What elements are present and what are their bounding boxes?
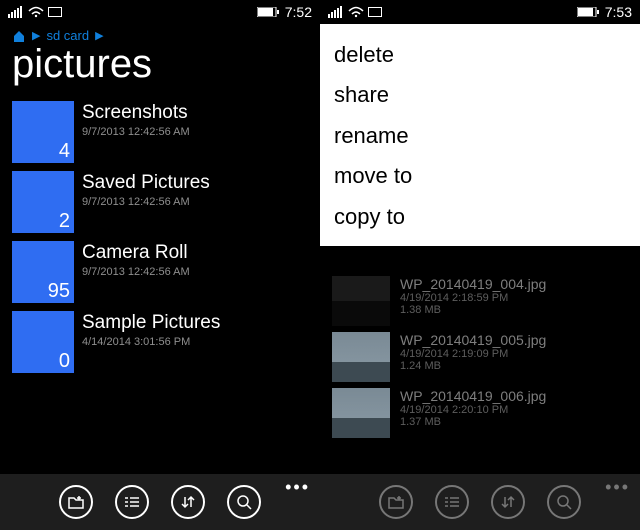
file-size: 1.38 MB <box>400 304 546 316</box>
folder-name: Sample Pictures <box>82 313 220 334</box>
folder-tile: 95 <box>12 241 74 303</box>
home-icon[interactable] <box>12 29 26 43</box>
folder-count: 95 <box>48 280 70 303</box>
select-button[interactable] <box>435 485 469 519</box>
menu-item-rename[interactable]: rename <box>334 123 626 149</box>
screen-left: 7:52 ▶ sd card ▶ pictures 4 Screenshots … <box>0 0 320 530</box>
folder-list: 4 Screenshots 9/7/2013 12:42:56 AM 2 Sav… <box>0 95 320 373</box>
folder-item-camera-roll[interactable]: 95 Camera Roll 9/7/2013 12:42:56 AM <box>12 241 308 303</box>
file-name: WP_20140419_005.jpg <box>400 332 546 348</box>
appbar-more-icon[interactable]: ••• <box>605 484 630 491</box>
status-bar: 7:52 <box>0 0 320 24</box>
context-menu: delete share rename move to copy to <box>320 24 640 246</box>
menu-item-copy-to[interactable]: copy to <box>334 204 626 230</box>
battery-icon <box>577 7 599 17</box>
folder-date: 4/14/2014 3:01:56 PM <box>82 336 220 348</box>
folder-date: 9/7/2013 12:42:56 AM <box>82 266 190 278</box>
breadcrumb-item[interactable]: sd card <box>46 28 89 43</box>
new-folder-button[interactable] <box>379 485 413 519</box>
folder-tile: 2 <box>12 171 74 233</box>
file-item[interactable]: WP_20140419_006.jpg 4/19/2014 2:20:10 PM… <box>332 388 628 438</box>
folder-tile: 0 <box>12 311 74 373</box>
file-name: WP_20140419_006.jpg <box>400 388 546 404</box>
file-date: 4/19/2014 2:19:09 PM <box>400 348 546 360</box>
folder-date: 9/7/2013 12:42:56 AM <box>82 126 190 138</box>
select-button[interactable] <box>115 485 149 519</box>
folder-item-screenshots[interactable]: 4 Screenshots 9/7/2013 12:42:56 AM <box>12 101 308 163</box>
folder-count: 2 <box>59 210 70 233</box>
file-list: WP_20140419_004.jpg 4/19/2014 2:18:59 PM… <box>320 276 640 474</box>
folder-item-sample-pictures[interactable]: 0 Sample Pictures 4/14/2014 3:01:56 PM <box>12 311 308 373</box>
folder-name: Camera Roll <box>82 243 190 264</box>
file-size: 1.37 MB <box>400 416 546 428</box>
folder-name: Saved Pictures <box>82 173 210 194</box>
message-icon <box>368 7 382 17</box>
menu-item-move-to[interactable]: move to <box>334 163 626 189</box>
search-button[interactable] <box>547 485 581 519</box>
breadcrumb[interactable]: ▶ sd card ▶ <box>0 24 320 43</box>
appbar-more-icon[interactable]: ••• <box>285 484 310 491</box>
wifi-icon <box>348 6 364 18</box>
file-name: WP_20140419_004.jpg <box>400 276 546 292</box>
search-button[interactable] <box>227 485 261 519</box>
menu-item-share[interactable]: share <box>334 82 626 108</box>
appbar: ••• <box>0 474 320 530</box>
status-clock: 7:53 <box>605 4 632 20</box>
sort-button[interactable] <box>171 485 205 519</box>
folder-name: Screenshots <box>82 103 190 124</box>
folder-tile: 4 <box>12 101 74 163</box>
folder-count: 0 <box>59 350 70 373</box>
status-bar: 7:53 <box>320 0 640 24</box>
message-icon <box>48 7 62 17</box>
thumbnail <box>332 388 390 438</box>
file-size: 1.24 MB <box>400 360 546 372</box>
signal-icon <box>328 6 344 18</box>
page-title: pictures <box>0 43 320 95</box>
appbar: ••• <box>320 474 640 530</box>
menu-item-delete[interactable]: delete <box>334 42 626 68</box>
new-folder-button[interactable] <box>59 485 93 519</box>
folder-count: 4 <box>59 140 70 163</box>
thumbnail <box>332 276 390 326</box>
file-item[interactable]: WP_20140419_005.jpg 4/19/2014 2:19:09 PM… <box>332 332 628 382</box>
sort-button[interactable] <box>491 485 525 519</box>
status-clock: 7:52 <box>285 4 312 20</box>
breadcrumb-sep: ▶ <box>32 29 40 42</box>
screen-right: 7:53 delete share rename move to copy to… <box>320 0 640 530</box>
file-date: 4/19/2014 2:18:59 PM <box>400 292 546 304</box>
breadcrumb-sep: ▶ <box>95 29 103 42</box>
wifi-icon <box>28 6 44 18</box>
folder-item-saved-pictures[interactable]: 2 Saved Pictures 9/7/2013 12:42:56 AM <box>12 171 308 233</box>
folder-date: 9/7/2013 12:42:56 AM <box>82 196 210 208</box>
battery-icon <box>257 7 279 17</box>
file-item[interactable]: WP_20140419_004.jpg 4/19/2014 2:18:59 PM… <box>332 276 628 326</box>
thumbnail <box>332 332 390 382</box>
file-date: 4/19/2014 2:20:10 PM <box>400 404 546 416</box>
signal-icon <box>8 6 24 18</box>
